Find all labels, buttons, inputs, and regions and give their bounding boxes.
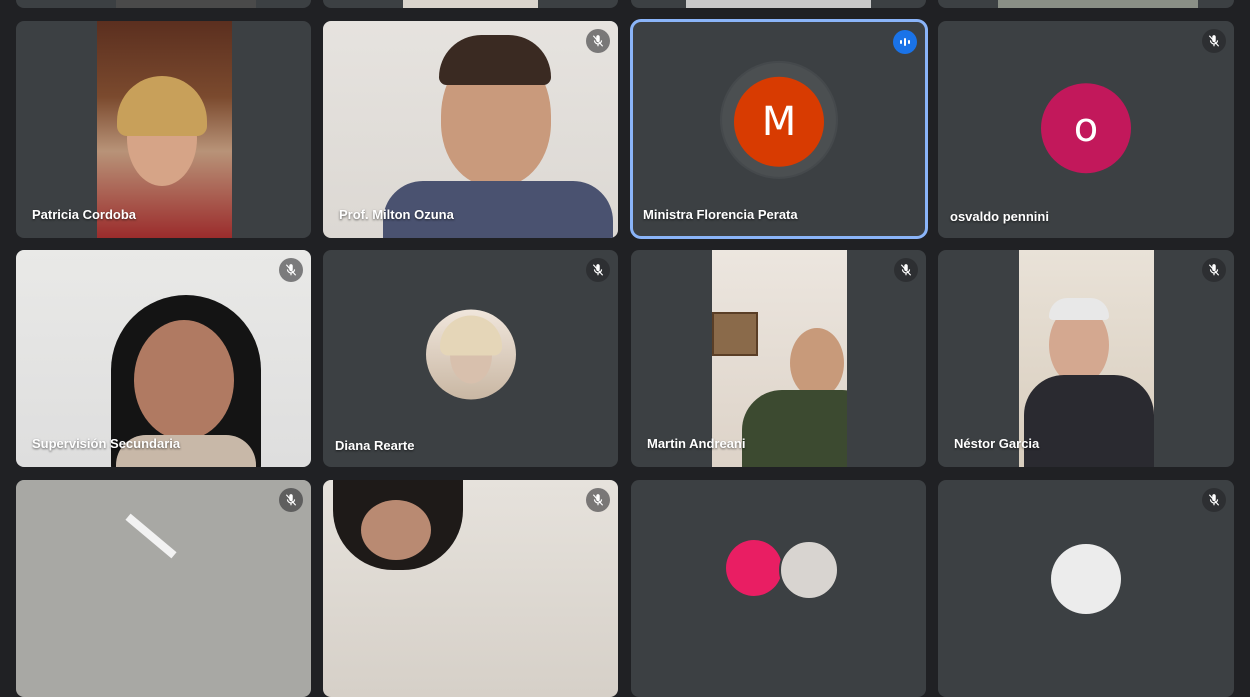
participant-tile[interactable]: Diana Rearte <box>323 250 618 467</box>
participant-name: Supervisión Secundaria <box>32 436 181 451</box>
participant-face <box>361 500 431 560</box>
avatar <box>726 540 782 596</box>
avatar <box>779 540 839 600</box>
avatar <box>1051 544 1121 614</box>
video-feed <box>998 0 1198 8</box>
video-feed <box>16 480 311 697</box>
participant-tile-partial[interactable] <box>631 0 926 8</box>
video-feed <box>116 0 256 8</box>
participant-tile[interactable]: Néstor Garcia <box>938 250 1234 467</box>
video-feed <box>323 480 618 697</box>
participant-tile-partial[interactable] <box>16 0 311 8</box>
mic-off-icon <box>279 488 303 512</box>
video-feed <box>323 21 618 238</box>
mic-off-icon <box>1202 488 1226 512</box>
participant-name: Diana Rearte <box>335 438 415 453</box>
participant-name: osvaldo pennini <box>950 209 1049 224</box>
participant-name: Néstor Garcia <box>954 436 1040 451</box>
video-feed <box>712 250 847 467</box>
participant-hair <box>439 315 502 355</box>
participant-tile[interactable]: Prof. Milton Ozuna <box>323 21 618 238</box>
video-feed <box>403 0 538 8</box>
participant-name: Martin Andreani <box>647 436 746 451</box>
participant-tile[interactable]: Patricia Cordoba <box>16 21 311 238</box>
wall-picture <box>712 312 758 356</box>
avatar: M <box>734 76 824 167</box>
video-feed <box>97 21 232 238</box>
participant-name: Patricia Cordoba <box>32 207 137 222</box>
mic-off-icon <box>586 29 610 53</box>
participant-tile[interactable]: Supervisión Secundaria <box>16 250 311 467</box>
video-feed <box>16 250 311 467</box>
mic-off-icon <box>586 258 610 282</box>
mic-off-icon <box>1202 258 1226 282</box>
camera-off-shape <box>125 513 177 559</box>
participant-tile-partial[interactable] <box>938 0 1234 8</box>
avatar: o <box>1041 82 1131 173</box>
audio-level-icon <box>893 30 917 54</box>
participant-tile[interactable]: o osvaldo pennini <box>938 21 1234 238</box>
participant-tile[interactable] <box>631 480 926 697</box>
participant-name: Ministra Florencia Perata <box>643 207 798 222</box>
participant-tile-partial[interactable] <box>323 0 618 8</box>
participant-face <box>134 320 234 440</box>
participant-tile[interactable]: Martin Andreani <box>631 250 926 467</box>
participant-tile-active-speaker[interactable]: M Ministra Florencia Perata <box>633 22 925 236</box>
participant-tile[interactable] <box>938 480 1234 697</box>
video-feed <box>686 0 871 8</box>
participant-hair <box>117 76 207 136</box>
mic-off-icon <box>279 258 303 282</box>
participant-tile[interactable] <box>323 480 618 697</box>
avatar <box>425 309 516 399</box>
mic-off-icon <box>894 258 918 282</box>
mic-off-icon <box>1202 29 1226 53</box>
video-feed <box>1019 250 1154 467</box>
participant-hair <box>439 35 551 85</box>
participant-tile[interactable] <box>16 480 311 697</box>
participant-hair <box>1049 298 1109 320</box>
participant-shirt <box>742 390 847 467</box>
mic-off-icon <box>586 488 610 512</box>
participant-name: Prof. Milton Ozuna <box>339 207 454 222</box>
participant-face <box>790 328 844 398</box>
participant-shirt <box>1024 375 1154 467</box>
